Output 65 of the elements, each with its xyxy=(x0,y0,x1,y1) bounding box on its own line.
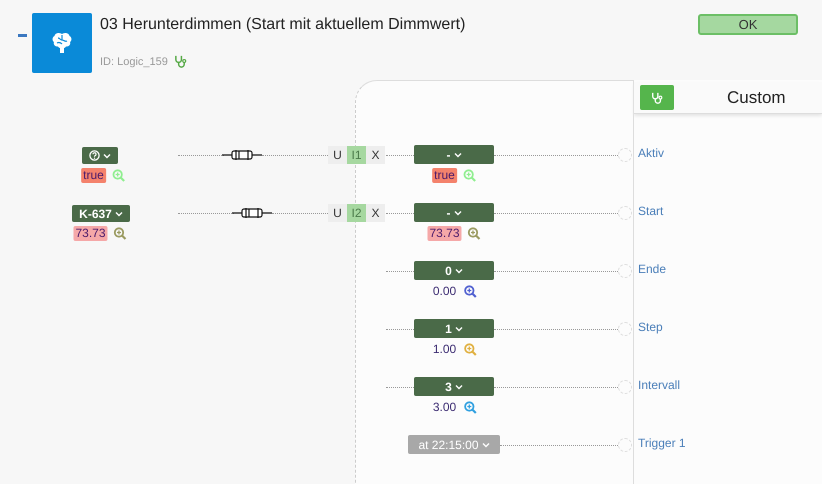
zoom-icon[interactable] xyxy=(464,285,478,298)
resistor-icon xyxy=(222,149,262,161)
input-port[interactable] xyxy=(618,380,632,394)
wire-line xyxy=(262,155,328,156)
value-dropdown[interactable]: - xyxy=(414,203,494,222)
value-dropdown[interactable]: 1 xyxy=(414,319,494,338)
value-text: 73.73 xyxy=(427,226,462,241)
panel-title: Custom xyxy=(727,88,786,108)
source-dropdown[interactable] xyxy=(82,147,118,164)
value-text: true xyxy=(81,168,106,183)
connector-u[interactable]: U xyxy=(328,204,347,222)
chevron-icon xyxy=(454,384,463,390)
zoom-icon[interactable] xyxy=(464,401,478,414)
value-text: 0.00 xyxy=(432,284,458,299)
chevron-icon xyxy=(454,268,463,274)
wire-line xyxy=(386,387,414,388)
value-dropdown[interactable]: - xyxy=(414,145,494,164)
collapse-icon[interactable] xyxy=(18,34,27,37)
block-id: ID: Logic_159 xyxy=(100,56,168,68)
connector-port: I1 xyxy=(347,146,366,164)
wire-line xyxy=(178,155,224,156)
connector-port: I2 xyxy=(347,204,366,222)
wire-line xyxy=(272,213,328,214)
input-port[interactable] xyxy=(618,438,632,452)
input-label: Step xyxy=(638,320,663,334)
resistor-icon xyxy=(232,207,272,219)
chevron-icon xyxy=(114,210,123,216)
value-text: 73.73 xyxy=(73,226,108,241)
source-dropdown[interactable]: K-637 xyxy=(72,205,130,222)
wire-line xyxy=(386,271,414,272)
input-port[interactable] xyxy=(618,264,632,278)
question-icon xyxy=(89,150,100,161)
value-text: 3.00 xyxy=(432,400,458,415)
input-label: Aktiv xyxy=(638,146,664,160)
chevron-icon xyxy=(454,152,462,158)
input-port[interactable] xyxy=(618,322,632,336)
value-dropdown[interactable]: 0 xyxy=(414,261,494,280)
wire-line xyxy=(178,213,234,214)
zoom-icon[interactable] xyxy=(468,227,481,240)
value-text: true xyxy=(432,168,457,183)
input-port[interactable] xyxy=(618,206,632,220)
wire-line xyxy=(386,329,414,330)
input-port[interactable] xyxy=(618,148,632,162)
zoom-icon[interactable] xyxy=(114,227,127,240)
input-label: Ende xyxy=(638,262,666,276)
connector-x[interactable]: X xyxy=(366,146,385,164)
input-label: Start xyxy=(638,204,664,218)
chevron-icon xyxy=(482,442,490,448)
stethoscope-button[interactable] xyxy=(640,85,674,110)
chevron-icon xyxy=(454,210,462,216)
input-label: Intervall xyxy=(638,378,680,392)
connector-x[interactable]: X xyxy=(366,204,385,222)
chevron-icon xyxy=(454,326,463,332)
block-title: 03 Herunterdimmen (Start mit aktuellem Dimmwert) xyxy=(100,16,466,34)
stethoscope-icon[interactable] xyxy=(174,55,187,68)
chevron-icon xyxy=(103,152,111,158)
brain-icon xyxy=(51,31,73,55)
value-dropdown[interactable]: 3 xyxy=(414,377,494,396)
stethoscope-icon[interactable] xyxy=(651,92,663,104)
value-text: 1.00 xyxy=(432,342,458,357)
wire-line xyxy=(386,155,414,156)
wire-line xyxy=(386,213,414,214)
input-label: Trigger 1 xyxy=(638,436,686,450)
status-button[interactable]: OK xyxy=(698,14,798,35)
connector-u[interactable]: U xyxy=(328,146,347,164)
